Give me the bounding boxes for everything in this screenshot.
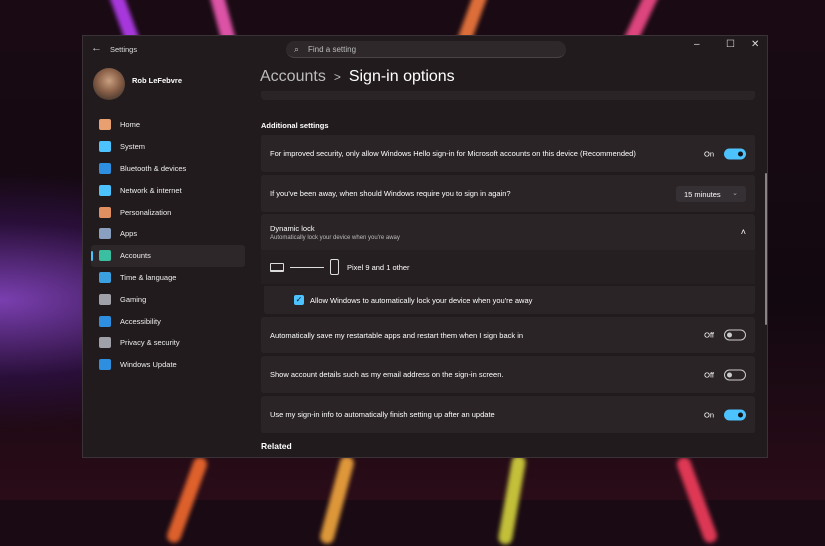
home-icon [99, 119, 111, 131]
app-title: Settings [110, 45, 138, 54]
phone-icon [330, 259, 339, 275]
brush-icon [99, 206, 111, 218]
sidebar-item-label: Personalization [120, 207, 172, 217]
scrollbar[interactable] [765, 173, 767, 325]
connection-line [290, 266, 324, 268]
hello-only-toggle[interactable] [724, 148, 746, 159]
toggle-state: On [703, 410, 714, 419]
sidebar-item-label: Windows Update [120, 360, 177, 370]
chevron-up-icon[interactable]: ˄ [741, 227, 746, 237]
restart-apps-setting: Automatically save my restartable apps a… [261, 317, 755, 353]
toggle-state: Off [704, 370, 714, 379]
sidebar-item-label: Privacy & security [120, 338, 180, 348]
dynamic-lock-checkbox[interactable]: ✓ [294, 295, 304, 305]
windows-update-icon [99, 359, 111, 371]
sidebar-item-accessibility[interactable]: Accessibility [91, 310, 245, 332]
toggle-state: On [703, 149, 714, 158]
dynamic-lock-option: ✓ Allow Windows to automatically lock yo… [264, 286, 755, 314]
sidebar-item-label: Accounts [120, 251, 151, 261]
sidebar-item-accounts[interactable]: Accounts [91, 244, 245, 267]
sidebar-item-label: Apps [120, 229, 138, 239]
sidebar-item-personalization[interactable]: Personalization [91, 201, 245, 223]
close-button[interactable]: ✕ [751, 39, 759, 50]
accessibility-icon [99, 315, 111, 327]
wifi-icon [99, 184, 111, 196]
avatar[interactable] [93, 68, 125, 100]
background-light [675, 455, 719, 545]
account-details-toggle[interactable] [724, 369, 746, 380]
shield-icon [99, 337, 111, 349]
require-signin-dropdown[interactable]: 15 minutes ⌄ [676, 185, 746, 202]
section-title: Additional settings [261, 121, 329, 130]
sidebar-item-label: Accessibility [120, 316, 161, 326]
sidebar-item-privacy-security[interactable]: Privacy & security [91, 332, 245, 354]
sidebar-item-gaming[interactable]: Gaming [91, 288, 245, 310]
sidebar-item-label: Gaming [120, 294, 147, 304]
setting-label: Automatically save my restartable apps a… [270, 330, 524, 340]
require-signin-setting: If you've been away, when should Windows… [261, 175, 755, 212]
setting-label: If you've been away, when should Windows… [270, 189, 511, 198]
setting-label: For improved security, only allow Window… [270, 149, 636, 158]
back-button[interactable]: ← [91, 42, 102, 54]
sidebar-item-label: Network & internet [120, 185, 182, 195]
gaming-icon [99, 293, 111, 305]
signin-info-setting: Use my sign-in info to automatically fin… [261, 396, 755, 433]
dynamic-lock-title: Dynamic lock [270, 223, 315, 233]
chevron-down-icon: ⌄ [732, 189, 738, 197]
related-title: Related [261, 441, 292, 451]
apps-icon [99, 228, 111, 240]
accounts-icon [99, 250, 111, 262]
title-bar: ← Settings ⌕ Find a setting – ☐ ✕ [83, 36, 767, 62]
sidebar-item-home[interactable]: Home [91, 114, 245, 136]
dynamic-lock-subtitle: Automatically lock your device when you'… [270, 234, 400, 241]
sidebar-item-bluetooth-devices[interactable]: Bluetooth & devices [91, 158, 245, 180]
paired-device-row: Pixel 9 and 1 other [261, 250, 755, 284]
dynamic-lock-expander[interactable]: Dynamic lock Automatically lock your devi… [261, 214, 755, 250]
dropdown-value: 15 minutes [684, 189, 721, 199]
background-light [318, 454, 356, 546]
breadcrumb: Accounts > Sign-in options [260, 68, 455, 86]
settings-window: ← Settings ⌕ Find a setting – ☐ ✕ Rob LeF… [82, 35, 768, 458]
search-placeholder: Find a setting [308, 45, 357, 54]
user-name: Rob LeFebvre [132, 76, 183, 85]
maximize-button[interactable]: ☐ [726, 39, 735, 50]
setting-label: Use my sign-in info to automatically fin… [270, 410, 495, 419]
page-title: Sign-in options [348, 68, 455, 85]
sidebar-item-network-internet[interactable]: Network & internet [91, 179, 245, 201]
checkbox-label: Allow Windows to automatically lock your… [310, 295, 533, 305]
sidebar-item-time-language[interactable]: Time & language [91, 267, 245, 289]
system-icon [99, 141, 111, 153]
chevron-right-icon: > [333, 70, 341, 84]
setting-label: Show account details such as my email ad… [270, 370, 504, 379]
background-light [165, 455, 209, 545]
search-icon: ⌕ [294, 44, 300, 54]
previous-card [261, 91, 755, 100]
bluetooth-icon [99, 162, 111, 174]
sidebar-item-windows-update[interactable]: Windows Update [91, 354, 245, 376]
toggle-state: Off [704, 330, 714, 340]
sidebar-nav: Home System Bluetooth & devices Network & i… [91, 114, 245, 376]
restart-apps-toggle[interactable] [724, 329, 746, 341]
sidebar-item-label: Bluetooth & devices [120, 163, 187, 173]
signin-info-toggle[interactable] [724, 409, 746, 420]
time-language-icon [99, 271, 111, 283]
hello-only-setting: For improved security, only allow Window… [261, 135, 755, 172]
sidebar-item-label: System [120, 142, 146, 152]
laptop-icon [270, 262, 284, 272]
sidebar-item-system[interactable]: System [91, 136, 245, 158]
sidebar-item-label: Time & language [120, 272, 177, 282]
sidebar-item-label: Home [120, 120, 141, 130]
account-details-setting: Show account details such as my email ad… [261, 356, 755, 393]
sidebar-item-apps[interactable]: Apps [91, 223, 245, 245]
paired-device-name: Pixel 9 and 1 other [347, 262, 410, 272]
breadcrumb-parent[interactable]: Accounts [260, 68, 326, 85]
search-input[interactable]: ⌕ Find a setting [286, 41, 566, 58]
minimize-button[interactable]: – [694, 39, 700, 50]
